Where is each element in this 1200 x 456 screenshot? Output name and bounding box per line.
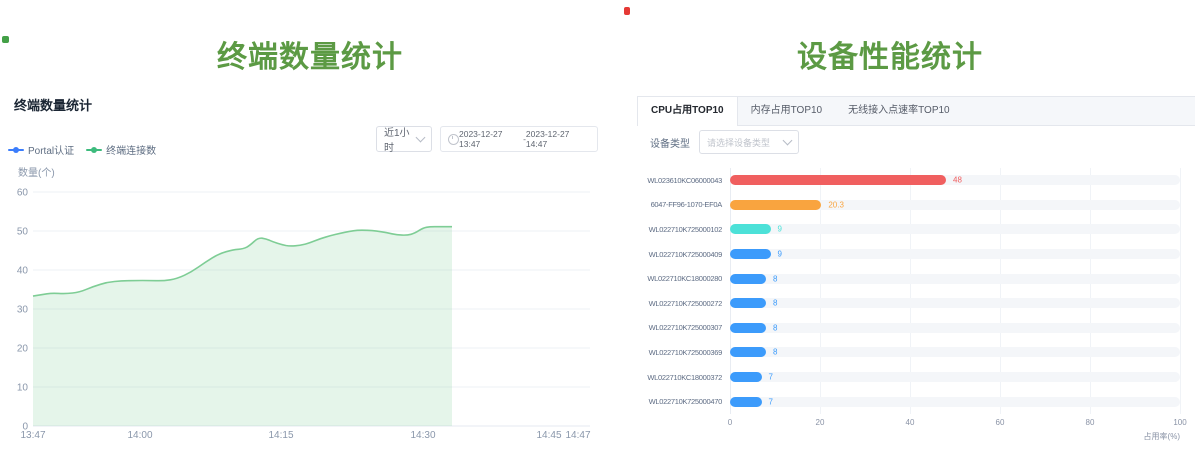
terminal-count-chart: 数量(个)010203040506013:4714:0014:1514:3014… bbox=[0, 150, 620, 450]
x-tick-label: 14:00 bbox=[127, 430, 152, 441]
bar bbox=[730, 274, 766, 284]
chart-controls: 近1小时 2023-12-27 13:47 - 2023-12-27 14:47 bbox=[376, 126, 598, 152]
terminal-series-area bbox=[33, 227, 452, 426]
bar-track: 7 bbox=[730, 372, 1180, 382]
bar-row: WL022710K725000470 7 bbox=[637, 389, 1180, 414]
x-tick-label: 13:47 bbox=[20, 430, 45, 441]
line-chart-svg: 数量(个)010203040506013:4714:0014:1514:3014… bbox=[0, 150, 620, 450]
bar-row: WL022710KC18000372 7 bbox=[637, 365, 1180, 390]
y-tick-label: 30 bbox=[17, 305, 29, 316]
tab-2[interactable]: 无线接入点速率TOP10 bbox=[835, 97, 963, 125]
bar-row: WL022710K725000102 9 bbox=[637, 217, 1180, 242]
bar-value-label: 8 bbox=[773, 348, 777, 357]
bar-row: WL022710K725000272 8 bbox=[637, 291, 1180, 316]
x-tick-label: 40 bbox=[906, 418, 915, 427]
bar-track: 48 bbox=[730, 175, 1180, 185]
bar-value-label: 9 bbox=[778, 225, 782, 234]
bar-category-label: WL022710KC18000372 bbox=[637, 373, 722, 382]
x-tick-label: 14:15 bbox=[268, 430, 293, 441]
bar-value-label: 7 bbox=[769, 397, 773, 406]
bar-track: 8 bbox=[730, 298, 1180, 308]
bar-value-label: 9 bbox=[778, 250, 782, 259]
bar bbox=[730, 298, 766, 308]
bar bbox=[730, 249, 771, 259]
bar-value-label: 8 bbox=[773, 274, 777, 283]
x-tick-label: 20 bbox=[816, 418, 825, 427]
bar-track: 9 bbox=[730, 249, 1180, 259]
bar bbox=[730, 397, 762, 407]
bar-row: 6047-FF96-1070-EF0A 20.3 bbox=[637, 193, 1180, 218]
bar bbox=[730, 323, 766, 333]
y-tick-label: 60 bbox=[17, 188, 29, 199]
x-tick-label: 80 bbox=[1086, 418, 1095, 427]
bar-category-label: WL022710K725000470 bbox=[637, 397, 722, 406]
bar-row: WL022710KC18000280 8 bbox=[637, 266, 1180, 291]
bar-track: 8 bbox=[730, 323, 1180, 333]
bar-category-label: WL022710KC18000280 bbox=[637, 274, 722, 283]
bar-row: WL022710K725000409 9 bbox=[637, 242, 1180, 267]
bar-category-label: WL022710K725000272 bbox=[637, 299, 722, 308]
bar-x-axis: 020406080100占用率(%) bbox=[730, 418, 1180, 444]
y-tick-label: 10 bbox=[17, 383, 29, 394]
date-range-picker[interactable]: 2023-12-27 13:47 - 2023-12-27 14:47 bbox=[440, 126, 598, 152]
x-tick-label: 14:47 bbox=[565, 430, 590, 441]
bar-value-label: 20.3 bbox=[828, 200, 844, 209]
bar-value-label: 8 bbox=[773, 299, 777, 308]
red-bullet-icon bbox=[624, 7, 630, 15]
left-section-title: 终端数量统计 bbox=[0, 32, 620, 76]
bar-category-label: WL023610KC06000043 bbox=[637, 176, 722, 185]
panel-title: 终端数量统计 bbox=[14, 95, 92, 114]
chevron-down-icon bbox=[416, 133, 426, 143]
bar-row: WL022710K725000369 8 bbox=[637, 340, 1180, 365]
bar-track: 7 bbox=[730, 397, 1180, 407]
bar bbox=[730, 372, 762, 382]
bar bbox=[730, 200, 821, 210]
bar-category-label: WL022710K725000102 bbox=[637, 225, 722, 234]
x-tick-label: 14:45 bbox=[536, 430, 561, 441]
x-tick-label: 0 bbox=[728, 418, 732, 427]
device-type-label: 设备类型 bbox=[650, 135, 690, 150]
chevron-down-icon bbox=[783, 136, 793, 146]
bar-category-label: 6047-FF96-1070-EF0A bbox=[637, 200, 722, 209]
device-type-placeholder: 请选择设备类型 bbox=[707, 136, 770, 149]
tab-1[interactable]: 内存占用TOP10 bbox=[738, 97, 836, 125]
bar-category-label: WL022710K725000369 bbox=[637, 348, 722, 357]
bar-category-label: WL022710K725000307 bbox=[637, 323, 722, 332]
x-tick-label: 14:30 bbox=[410, 430, 435, 441]
device-type-row: 设备类型 请选择设备类型 bbox=[650, 130, 799, 154]
cpu-top10-chart: WL023610KC06000043 48 6047-FF96-1070-EF0A 2… bbox=[637, 168, 1180, 444]
y-tick-label: 40 bbox=[17, 266, 29, 277]
bar bbox=[730, 224, 771, 234]
bar-track: 20.3 bbox=[730, 200, 1180, 210]
date-range-start: 2023-12-27 13:47 bbox=[459, 129, 523, 149]
bar-row: WL022710K725000307 8 bbox=[637, 316, 1180, 341]
bar bbox=[730, 347, 766, 357]
y-axis-title: 数量(个) bbox=[18, 166, 55, 179]
x-tick-label: 60 bbox=[996, 418, 1005, 427]
bar-track: 8 bbox=[730, 347, 1180, 357]
tab-0[interactable]: CPU占用TOP10 bbox=[637, 97, 738, 126]
bar-row: WL023610KC06000043 48 bbox=[637, 168, 1180, 193]
x-tick-label: 100 bbox=[1173, 418, 1186, 427]
right-section-title: 设备性能统计 bbox=[630, 32, 1150, 76]
clock-icon bbox=[448, 134, 459, 145]
bar-track: 8 bbox=[730, 274, 1180, 284]
bar-value-label: 8 bbox=[773, 323, 777, 332]
time-range-select[interactable]: 近1小时 bbox=[376, 126, 432, 152]
bar-category-label: WL022710K725000409 bbox=[637, 250, 722, 259]
date-range-end: 2023-12-27 14:47 bbox=[526, 129, 590, 149]
y-tick-label: 20 bbox=[17, 344, 29, 355]
tab-bar: CPU占用TOP10内存占用TOP10无线接入点速率TOP10 bbox=[637, 96, 1195, 126]
y-tick-label: 50 bbox=[17, 227, 29, 238]
bar-track: 9 bbox=[730, 224, 1180, 234]
bar-value-label: 48 bbox=[953, 176, 962, 185]
bar-value-label: 7 bbox=[769, 373, 773, 382]
device-type-select[interactable]: 请选择设备类型 bbox=[699, 130, 799, 154]
x-axis-title: 占用率(%) bbox=[1144, 431, 1180, 442]
bar bbox=[730, 175, 946, 185]
